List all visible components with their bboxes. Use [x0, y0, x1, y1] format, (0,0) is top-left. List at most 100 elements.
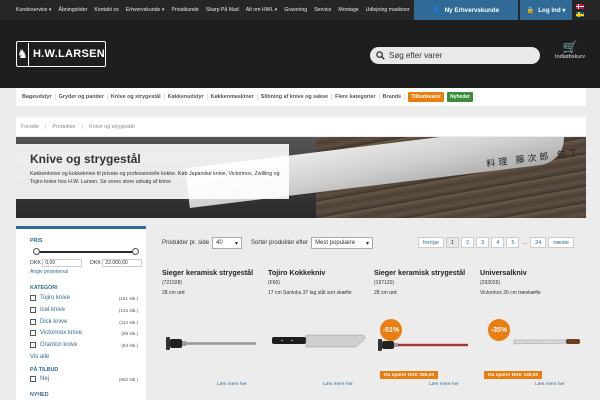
sort-label: Sortér produkter efter	[251, 240, 309, 246]
category-bar: Bageudstyr Gryder og pander Knive og str…	[16, 88, 586, 106]
new-business-customer-label: Ny Erhvervskunde	[444, 6, 500, 14]
price-min-handle[interactable]	[33, 248, 40, 255]
filter-victorinox[interactable]: Victorinox knive (99 stk.)	[30, 330, 138, 336]
product-description: 17 cm Santoku 37 lag stål sort skæfte	[268, 290, 352, 296]
per-page-select[interactable]: 40 ▾	[212, 237, 243, 249]
news-badge[interactable]: Nyheder	[447, 92, 474, 102]
login-label: Log ind ▾	[538, 6, 566, 14]
breadcrumb-current: Knive og strygestål	[89, 123, 135, 130]
search-input[interactable]: Søg efter varer	[370, 47, 540, 64]
pager-page-3[interactable]: 3	[476, 237, 490, 248]
topnav-kontakt[interactable]: Kontakt os	[94, 7, 119, 13]
site-logo[interactable]: ♞ H.W.LARSEN	[16, 41, 106, 67]
topnav-privatkunde[interactable]: Privatkunde	[172, 7, 199, 13]
topnav-kundeservice[interactable]: Kundeservice ▾	[16, 7, 51, 13]
cart-icon: 🛒	[562, 40, 578, 54]
price-max-input[interactable]	[102, 259, 143, 267]
topnav-montage[interactable]: Montage	[338, 7, 358, 13]
product-card[interactable]: Tojiro Kokkekniv (F60) 17 cm Santoku 37 …	[268, 268, 371, 400]
read-more-link[interactable]: Læs mere her	[323, 382, 353, 387]
product-card[interactable]: Sieger keramisk strygestål (721928) 28 c…	[162, 268, 265, 400]
pager-page-4[interactable]: 4	[491, 237, 505, 248]
topnav-alt-om-hwl[interactable]: Alt om HWL ▾	[246, 7, 278, 13]
show-all-link[interactable]: Vis alle	[30, 354, 49, 360]
category-gryder[interactable]: Gryder og pander	[56, 94, 108, 100]
custom-price-interval-link[interactable]: Angiv prisinterval	[30, 269, 68, 275]
filter-sidebar: PRIS DKK DKK Angiv prisinterval KATEGORI…	[16, 226, 146, 400]
user-icon: 👤	[432, 7, 441, 14]
filter-label: Nej	[40, 376, 50, 382]
filter-tojiro[interactable]: Tojiro knive (161 stk.)	[30, 295, 138, 301]
category-brands[interactable]: Brands	[380, 94, 406, 100]
category-slibning[interactable]: Slibning af knive og sakse	[258, 94, 333, 100]
price-max-handle[interactable]	[132, 248, 139, 255]
search-placeholder: Søg efter varer	[389, 51, 443, 60]
swedish-flag-icon[interactable]	[576, 12, 584, 17]
price-slider[interactable]	[33, 248, 139, 255]
topnav-skarp-paa-mad[interactable]: Skarp På Mad	[206, 7, 239, 13]
read-more-link[interactable]: Læs mere her	[217, 382, 247, 387]
currency-label: DKK	[90, 260, 101, 266]
topnav-gravering[interactable]: Gravering	[284, 7, 307, 13]
checkbox[interactable]	[30, 307, 36, 313]
topnav-aabningstider[interactable]: Åbningstider	[58, 7, 87, 13]
checkbox[interactable]	[30, 295, 36, 301]
category-flere[interactable]: Flere kategorier	[332, 94, 380, 100]
category-koekkenudstyr[interactable]: Køkkenudstyr	[165, 94, 208, 100]
read-more-link[interactable]: Læs mere her	[535, 382, 565, 387]
read-more-link[interactable]: Læs mere her	[429, 382, 459, 387]
search-icon	[376, 51, 385, 60]
logo-knight-icon: ♞	[17, 42, 29, 66]
danish-flag-icon[interactable]	[576, 4, 584, 9]
filter-offer-no[interactable]: Nej (652 stk.)	[30, 376, 138, 382]
breadcrumb-products[interactable]: Produkter	[52, 124, 75, 130]
topnav-service[interactable]: Service	[314, 7, 331, 13]
topnav-erhvervskunde[interactable]: Erhvervskunde ▾	[126, 7, 165, 13]
category-hero-banner: 料理 藤次郎 包丁 Knive og strygestål Køkkenkniv…	[16, 137, 586, 218]
pager-page-last[interactable]: 24	[530, 237, 547, 248]
product-sku: (F60)	[268, 280, 280, 286]
sort-select[interactable]: Mest populære ▾	[311, 237, 374, 249]
category-knive[interactable]: Knive og strygestål	[108, 94, 165, 100]
checkbox[interactable]	[30, 376, 36, 382]
pager-page-5[interactable]: 5	[506, 237, 520, 248]
pager-next[interactable]: næste	[548, 237, 574, 248]
pager-page-1[interactable]: 1	[445, 237, 459, 248]
category-bageudstyr[interactable]: Bageudstyr	[19, 94, 56, 100]
product-name[interactable]: Sieger keramisk strygestål	[162, 268, 265, 277]
filter-count: (143 stk.)	[118, 307, 138, 313]
pager-ellipsis: ...	[522, 239, 528, 246]
cart-button[interactable]: 🛒 Indkøbskurv	[550, 40, 590, 70]
new-business-customer-button[interactable]: 👤 Ny Erhvervskunde	[414, 0, 518, 20]
product-card[interactable]: Sieger keramisk strygestål (197120) 28 c…	[374, 268, 477, 400]
checkbox[interactable]	[30, 342, 36, 348]
santoku-knife-image[interactable]	[268, 306, 371, 361]
price-min-input[interactable]	[42, 259, 83, 267]
product-name[interactable]: Universalkniv	[480, 268, 583, 277]
cart-label: Indkøbskurv	[555, 54, 585, 60]
new-heading: NYHED	[30, 392, 49, 398]
topnav-udlejning[interactable]: Udlejning maskiner	[366, 7, 410, 13]
offers-badge[interactable]: Tilbudsvarer	[408, 92, 445, 102]
pager-page-2[interactable]: 2	[460, 237, 475, 248]
category-heading: KATEGORI	[30, 285, 58, 291]
filter-dick[interactable]: Dick knive (114 stk.)	[30, 319, 138, 325]
per-page-value: 40	[216, 240, 223, 246]
breadcrumb-home[interactable]: Forside	[21, 124, 39, 130]
product-name[interactable]: Tojiro Kokkekniv	[268, 268, 371, 277]
breadcrumb: Forside | Produkter | Knive og strygestå…	[16, 117, 586, 136]
price-min-field: DKK	[30, 259, 83, 267]
pager-prev[interactable]: forrige	[418, 237, 444, 248]
category-koekkenmaskiner[interactable]: Køkkenmaskiner	[208, 94, 258, 100]
breadcrumb-separator: |	[81, 123, 84, 130]
checkbox[interactable]	[30, 319, 36, 325]
product-card[interactable]: Universalkniv (293026) Victorinox 26 cm …	[480, 268, 583, 400]
product-name[interactable]: Sieger keramisk strygestål	[374, 268, 477, 277]
product-sku: (197120)	[374, 280, 395, 286]
chevron-down-icon: ▾	[235, 240, 239, 247]
honing-steel-image[interactable]	[162, 306, 265, 361]
filter-icel[interactable]: Icel knive (143 stk.)	[30, 307, 138, 313]
login-button[interactable]: 🔒 Log ind ▾	[520, 0, 572, 20]
filter-granton[interactable]: Granton knive (63 stk.)	[30, 342, 138, 348]
checkbox[interactable]	[30, 330, 36, 336]
